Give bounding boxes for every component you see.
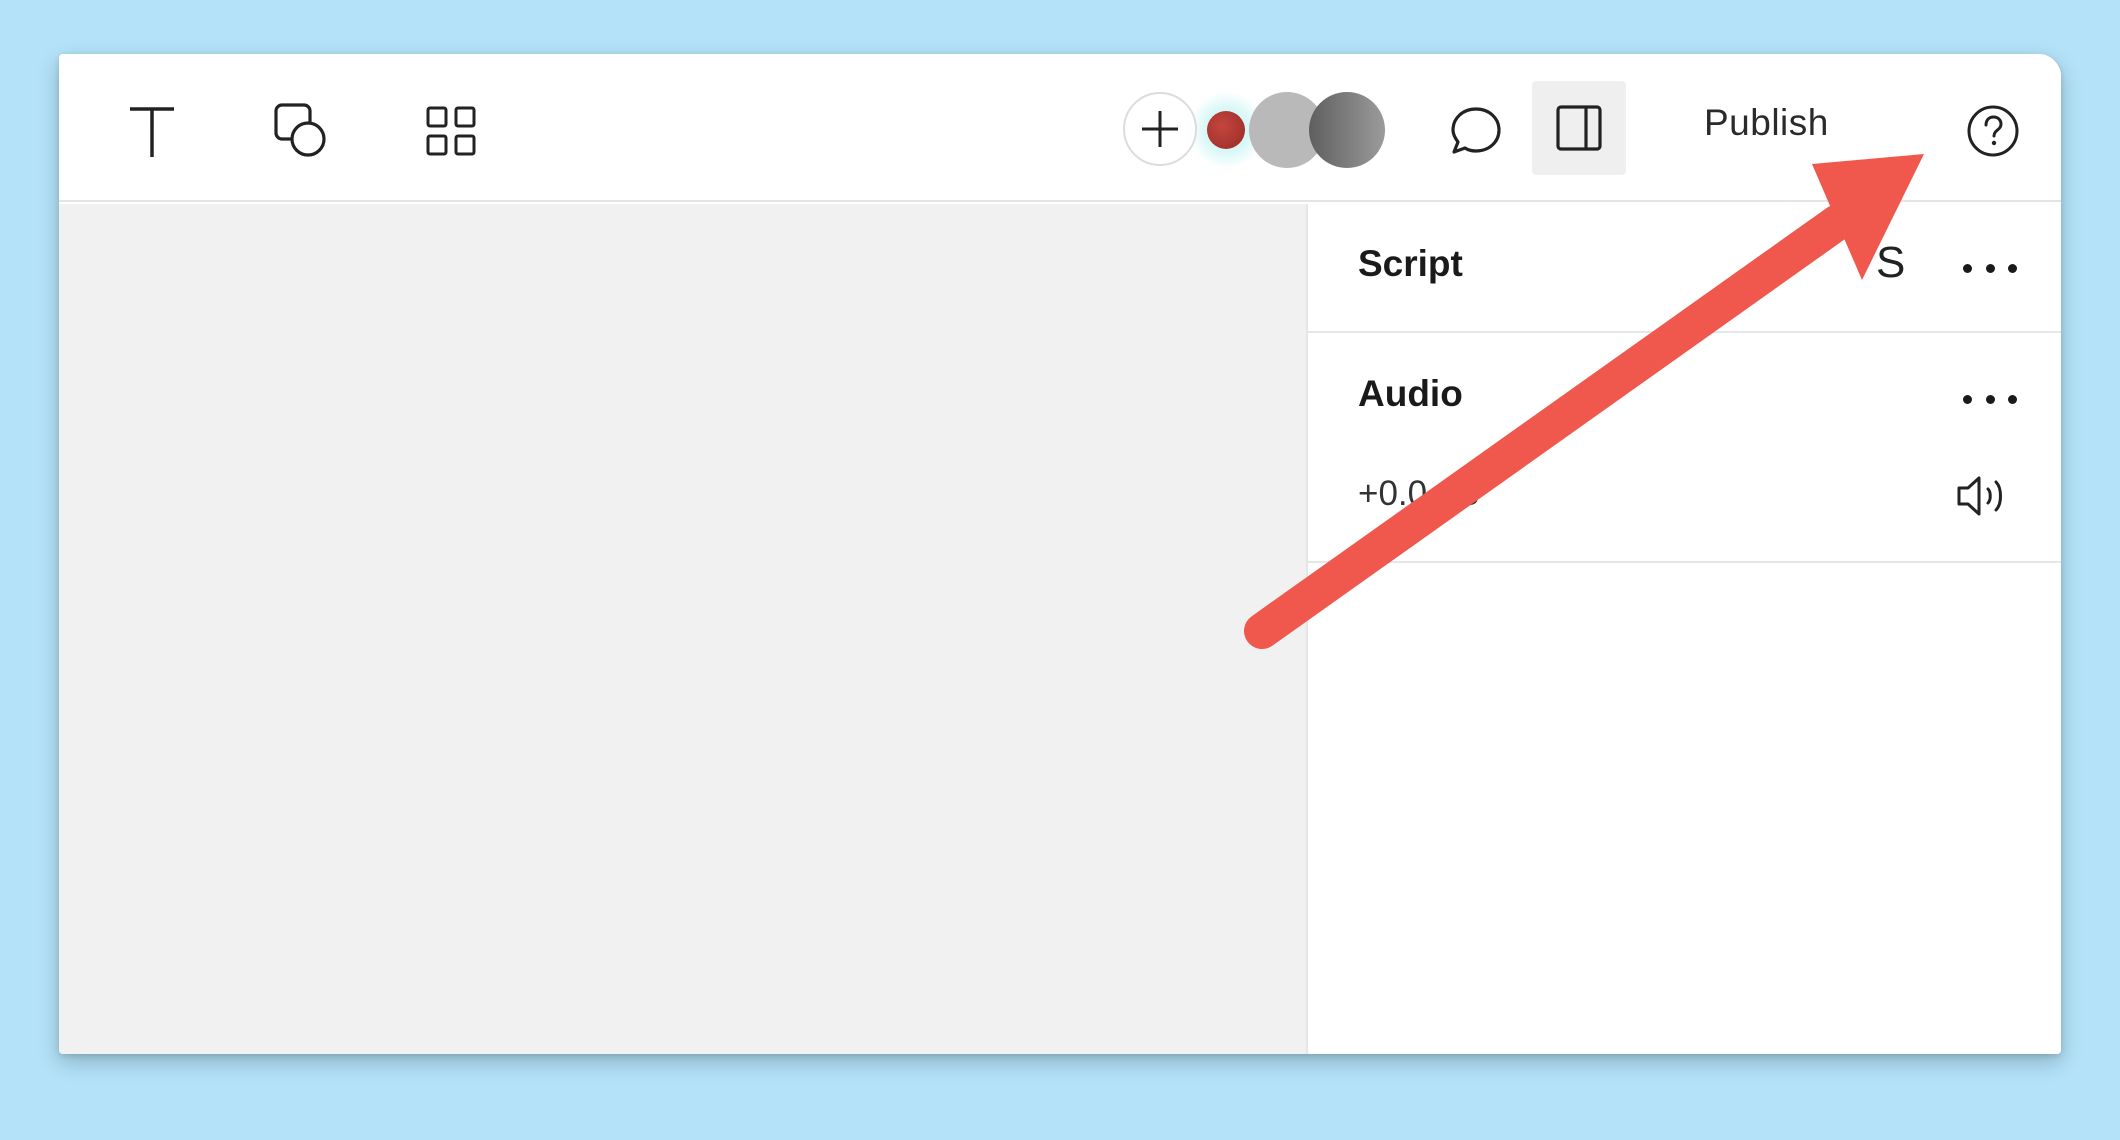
add-collaborator-icon xyxy=(1142,111,1178,147)
dot xyxy=(2008,263,2017,273)
shapes-tool-button[interactable] xyxy=(265,96,335,166)
dot xyxy=(1963,263,1972,273)
grid-elements-icon xyxy=(426,106,476,156)
audio-title: Audio xyxy=(1358,373,1463,414)
audio-volume-value[interactable]: +0.0 dB xyxy=(1358,474,1480,514)
panel-toggle-icon xyxy=(1556,105,1602,151)
audio-mute-button[interactable] xyxy=(1953,466,2013,526)
elements-button[interactable] xyxy=(416,96,486,166)
audio-more-button[interactable] xyxy=(1963,389,2017,409)
script-more-button[interactable] xyxy=(1963,258,2017,278)
dot xyxy=(1985,394,1995,404)
dot xyxy=(2008,394,2017,404)
script-style-letter[interactable]: S xyxy=(1876,238,1905,288)
editor-canvas[interactable] xyxy=(59,204,1306,1054)
publish-button[interactable]: Publish xyxy=(1704,102,1829,144)
dot xyxy=(1963,394,1972,404)
app-window: Publish Script S Audio +0.0 dB xyxy=(59,54,2061,1054)
panel-toggle-button[interactable] xyxy=(1532,81,1626,175)
shapes-tool-icon xyxy=(274,103,326,157)
text-tool-icon xyxy=(130,107,174,157)
comment-button[interactable] xyxy=(1441,96,1511,166)
top-toolbar: Publish xyxy=(59,54,2061,202)
dot xyxy=(1985,263,1995,273)
right-panel: Script S Audio +0.0 dB xyxy=(1306,204,2061,1054)
avatar[interactable] xyxy=(1207,111,1245,149)
script-section: Script S xyxy=(1308,204,2061,333)
avatar[interactable] xyxy=(1309,92,1385,168)
script-title: Script xyxy=(1358,243,1463,284)
text-tool-button[interactable] xyxy=(117,96,187,166)
audio-section: Audio +0.0 dB xyxy=(1308,333,2061,563)
speaker-icon xyxy=(1775,255,1782,279)
help-icon xyxy=(1967,105,2019,157)
add-collaborator-button[interactable] xyxy=(1123,92,1197,166)
script-voice-button[interactable] xyxy=(1746,244,1792,290)
speaker-icon xyxy=(1957,476,2002,516)
comment-icon xyxy=(1451,107,1501,154)
help-button[interactable] xyxy=(1958,96,2028,166)
